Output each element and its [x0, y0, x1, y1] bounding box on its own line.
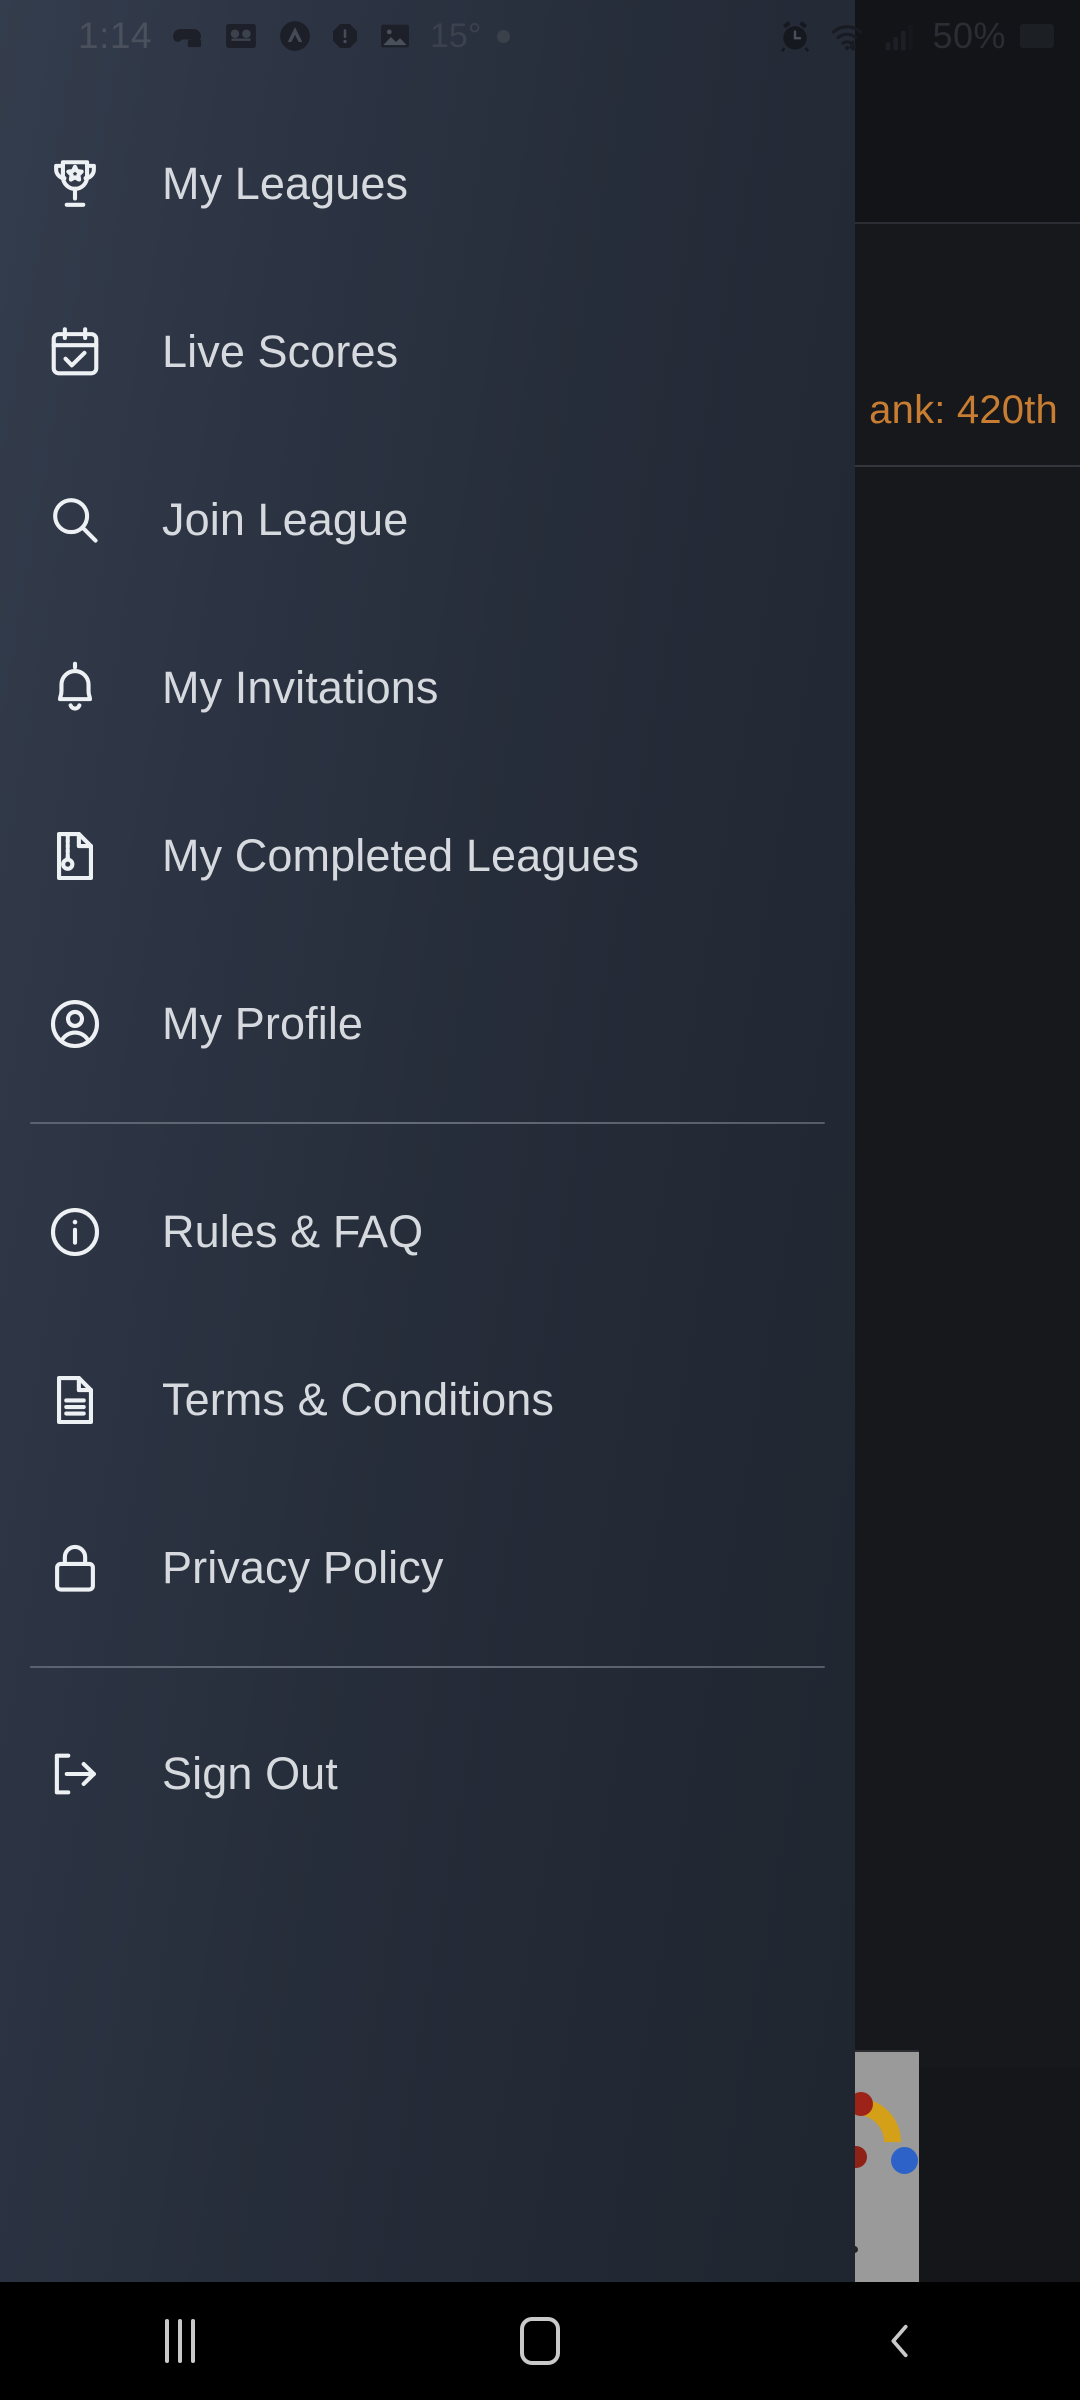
- nav-recents-button[interactable]: [0, 2282, 360, 2400]
- menu-item-my-leagues[interactable]: My Leagues: [0, 100, 855, 268]
- menu-item-live-scores[interactable]: Live Scores: [0, 268, 855, 436]
- info-circle-icon: [44, 1201, 106, 1263]
- background-rank-text: ank: 420th: [869, 388, 1058, 432]
- chart-dot-blue: [891, 2147, 918, 2174]
- menu-label: Privacy Policy: [162, 1542, 444, 1593]
- drawer-secondary-section: Rules & FAQ Terms & Conditions Privacy P…: [0, 1138, 855, 1652]
- menu-item-my-invitations[interactable]: My Invitations: [0, 604, 855, 772]
- calendar-check-icon: [44, 321, 106, 383]
- drawer-primary-section: My Leagues Live Scores Join League My In…: [0, 72, 855, 1108]
- menu-item-sign-out[interactable]: Sign Out: [0, 1690, 855, 1858]
- menu-label: Terms & Conditions: [162, 1374, 554, 1425]
- menu-label: My Leagues: [162, 158, 409, 209]
- background-chart-graphic: [855, 2050, 919, 2285]
- lock-icon: [44, 1537, 106, 1599]
- drawer-divider-bottom: [30, 1666, 825, 1668]
- user-circle-icon: [44, 993, 106, 1055]
- drawer-divider-top: [30, 1122, 825, 1124]
- back-chevron-icon: [877, 2318, 923, 2364]
- menu-label: Rules & FAQ: [162, 1206, 424, 1257]
- menu-label: My Profile: [162, 998, 364, 1049]
- bell-icon: [44, 657, 106, 719]
- phone-screen: ank: 420th My Leagues Live Scores Join L…: [0, 0, 1080, 2400]
- navigation-drawer: My Leagues Live Scores Join League My In…: [0, 0, 855, 2282]
- nav-home-button[interactable]: [360, 2282, 720, 2400]
- logout-icon: [44, 1743, 106, 1805]
- drawer-footer-section: Sign Out: [0, 1682, 855, 1858]
- chart-speck: [855, 2246, 858, 2253]
- android-navigation-bar: [0, 2282, 1080, 2400]
- recents-icon: [165, 2319, 195, 2363]
- menu-item-my-completed-leagues[interactable]: My Completed Leagues: [0, 772, 855, 940]
- menu-item-privacy-policy[interactable]: Privacy Policy: [0, 1484, 855, 1652]
- search-icon: [44, 489, 106, 551]
- menu-label: My Completed Leagues: [162, 830, 640, 881]
- home-icon: [520, 2317, 560, 2365]
- menu-label: Join League: [162, 494, 409, 545]
- nav-back-button[interactable]: [720, 2282, 1080, 2400]
- menu-item-join-league[interactable]: Join League: [0, 436, 855, 604]
- menu-label: Sign Out: [162, 1748, 338, 1799]
- trophy-icon: [44, 153, 106, 215]
- menu-item-terms-conditions[interactable]: Terms & Conditions: [0, 1316, 855, 1484]
- document-text-icon: [44, 1369, 106, 1431]
- menu-item-my-profile[interactable]: My Profile: [0, 940, 855, 1108]
- menu-label: Live Scores: [162, 326, 399, 377]
- archive-file-icon: [44, 825, 106, 887]
- menu-item-rules-faq[interactable]: Rules & FAQ: [0, 1148, 855, 1316]
- menu-label: My Invitations: [162, 662, 439, 713]
